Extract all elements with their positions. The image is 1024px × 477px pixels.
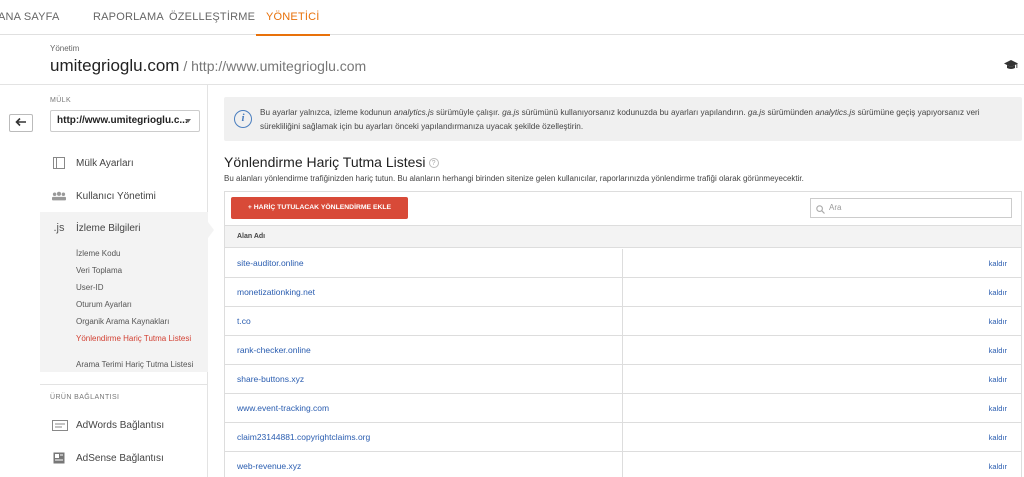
- subitem-user-id[interactable]: User-ID: [76, 283, 206, 293]
- remove-link[interactable]: kaldır: [989, 249, 1007, 278]
- adsense-icon: [52, 452, 66, 464]
- sidebar-item-adsense-linking[interactable]: AdSense Bağlantısı: [40, 442, 208, 474]
- search-icon: [816, 203, 825, 214]
- account-name: umitegrioglu.com: [50, 56, 180, 75]
- table-row: t.co kaldır: [225, 307, 1021, 336]
- search-input[interactable]: Ara: [810, 198, 1012, 218]
- users-icon: [52, 190, 66, 202]
- sidebar-item-label: AdWords Bağlantısı: [76, 419, 165, 431]
- table-row: www.event-tracking.com kaldır: [225, 394, 1021, 423]
- subitem-tracking-code[interactable]: İzleme Kodu: [76, 249, 206, 259]
- property-select[interactable]: http://www.umitegrioglu.c...: [50, 110, 200, 132]
- table-row: web-revenue.xyz kaldır: [225, 452, 1021, 477]
- help-icon[interactable]: ?: [428, 158, 439, 169]
- breadcrumb: Yönetim: [50, 44, 80, 53]
- column-separator: [622, 452, 623, 477]
- sidebar-item-label: İzleme Bilgileri: [76, 222, 141, 234]
- info-icon: i: [234, 110, 252, 128]
- list-title: Yönlendirme Hariç Tutma Listesi?: [224, 154, 439, 170]
- property-settings-icon: [52, 157, 66, 169]
- search-placeholder: Ara: [829, 203, 842, 212]
- list-description: Bu alanları yönlendirme trafiğinizden ha…: [224, 174, 804, 183]
- sidebar-item-user-management[interactable]: Kullanıcı Yönetimi: [40, 180, 208, 212]
- remove-link[interactable]: kaldır: [989, 365, 1007, 394]
- table-row: claim23144881.copyrightclaims.org kaldır: [225, 423, 1021, 452]
- adwords-icon: [52, 419, 68, 431]
- remove-link[interactable]: kaldır: [989, 394, 1007, 423]
- top-nav: ANA SAYFA RAPORLAMA ÖZELLEŞTİRME YÖNETİC…: [0, 0, 1024, 36]
- subitem-session-settings[interactable]: Oturum Ayarları: [76, 300, 206, 310]
- domain-link[interactable]: t.co: [237, 307, 251, 336]
- column-separator: [622, 336, 623, 364]
- domain-link[interactable]: www.event-tracking.com: [237, 394, 329, 423]
- column-separator: [622, 278, 623, 306]
- domain-link[interactable]: rank-checker.online: [237, 336, 311, 365]
- remove-link[interactable]: kaldır: [989, 307, 1007, 336]
- column-separator: [622, 307, 623, 335]
- domain-link[interactable]: site-auditor.online: [237, 249, 304, 278]
- sidebar-item-label: AdSense Bağlantısı: [76, 452, 164, 464]
- product-links-label: ÜRÜN BAĞLANTISI: [50, 394, 120, 401]
- info-text: Bu ayarlar yalnızca, izleme kodunun anal…: [260, 108, 980, 131]
- subitem-search-term-exclusion-list[interactable]: Arama Terimi Hariç Tutma Listesi: [76, 360, 206, 370]
- info-notice: i Bu ayarlar yalnızca, izleme kodunun an…: [224, 97, 1022, 141]
- domain-link[interactable]: claim23144881.copyrightclaims.org: [237, 423, 370, 452]
- remove-link[interactable]: kaldır: [989, 278, 1007, 307]
- graduation-cap-icon[interactable]: [1004, 58, 1018, 70]
- property-url: http://www.umitegrioglu.com: [191, 58, 367, 74]
- remove-link[interactable]: kaldır: [989, 452, 1007, 477]
- sidebar-item-tracking-info[interactable]: .js İzleme Bilgileri: [40, 212, 208, 244]
- tracking-submenu: İzleme Kodu Veri Toplama User-ID Oturum …: [40, 244, 208, 372]
- remove-link[interactable]: kaldır: [989, 423, 1007, 452]
- sidebar-item-adwords-linking[interactable]: AdWords Bağlantısı: [40, 409, 208, 441]
- property-label: MÜLK: [50, 97, 72, 104]
- sidebar-item-property-settings[interactable]: Mülk Ayarları: [40, 147, 208, 179]
- sidebar-divider: [40, 384, 208, 385]
- table-row: rank-checker.online kaldır: [225, 336, 1021, 365]
- add-referral-exclusion-button[interactable]: + HARİÇ TUTULACAK YÖNLENDİRME EKLE: [231, 197, 408, 219]
- table-row: share-buttons.xyz kaldır: [225, 365, 1021, 394]
- referral-exclusion-table: + HARİÇ TUTULACAK YÖNLENDİRME EKLE Ara A…: [224, 191, 1022, 477]
- arrow-left-icon: [15, 114, 27, 132]
- table-row: monetizationking.net kaldır: [225, 278, 1021, 307]
- js-icon: .js: [53, 222, 65, 234]
- admin-sidebar: MÜLK http://www.umitegrioglu.c... Mülk A…: [40, 85, 214, 477]
- domain-link[interactable]: web-revenue.xyz: [237, 452, 301, 477]
- back-button[interactable]: [9, 114, 33, 132]
- subitem-organic-search-sources[interactable]: Organik Arama Kaynakları: [76, 317, 206, 327]
- subitem-data-collection[interactable]: Veri Toplama: [76, 266, 206, 276]
- sidebar-item-label: Kullanıcı Yönetimi: [76, 190, 156, 202]
- sidebar-item-label: Mülk Ayarları: [76, 157, 134, 169]
- title-separator: /: [179, 58, 192, 74]
- column-separator: [622, 365, 623, 393]
- page-title: umitegrioglu.com / http://www.umitegriog…: [50, 56, 366, 76]
- column-separator: [622, 249, 623, 277]
- domain-link[interactable]: monetizationking.net: [237, 278, 315, 307]
- subitem-referral-exclusion-list[interactable]: Yönlendirme Hariç Tutma Listesi: [76, 334, 196, 344]
- remove-link[interactable]: kaldır: [989, 336, 1007, 365]
- tab-admin[interactable]: YÖNETİCİ: [256, 0, 330, 36]
- chevron-down-icon: [185, 119, 191, 123]
- tab-reporting[interactable]: RAPORLAMA: [93, 0, 164, 35]
- column-header-domain: Alan Adı: [225, 225, 1021, 248]
- selection-indicator: [208, 222, 214, 238]
- table-toolbar: + HARİÇ TUTULACAK YÖNLENDİRME EKLE Ara: [225, 192, 1021, 225]
- table-row: site-auditor.online kaldır: [225, 249, 1021, 278]
- column-separator: [622, 423, 623, 451]
- column-separator: [622, 394, 623, 422]
- domain-link[interactable]: share-buttons.xyz: [237, 365, 304, 394]
- tab-home[interactable]: ANA SAYFA: [0, 0, 60, 35]
- tab-customization[interactable]: ÖZELLEŞTİRME: [169, 0, 255, 35]
